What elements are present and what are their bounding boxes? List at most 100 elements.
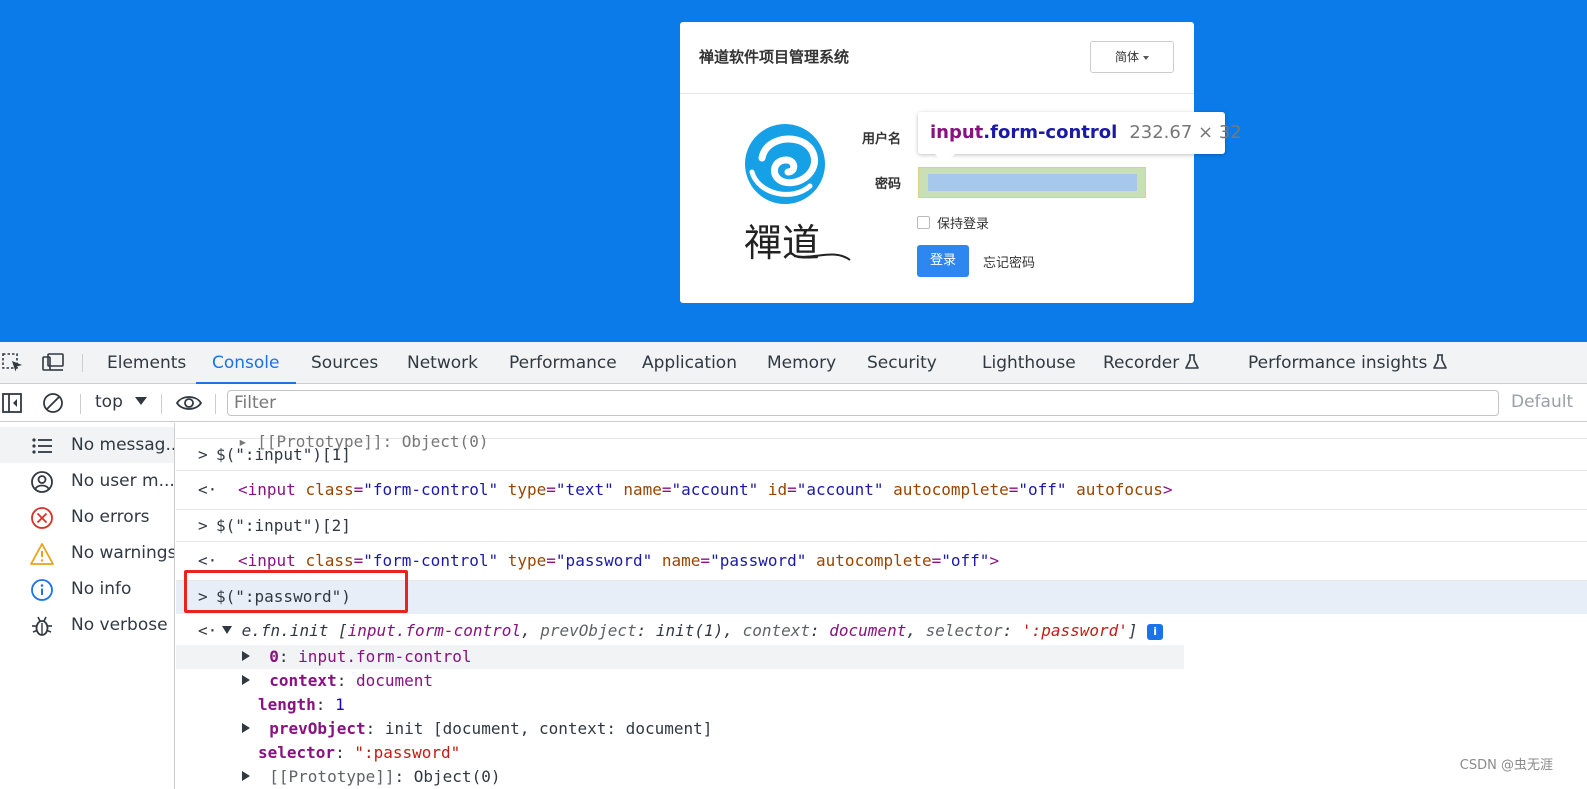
tab-network[interactable]: Network: [407, 342, 478, 384]
html-tag-open: <input: [238, 551, 296, 570]
html-attr-value: "account": [671, 480, 759, 499]
toolbar-separator: [161, 394, 162, 414]
bug-icon: [32, 616, 52, 636]
forgot-password-link[interactable]: 忘记密码: [983, 252, 1035, 271]
prop-key: [[Prototype]]: [269, 767, 395, 786]
password-field[interactable]: [918, 167, 1146, 198]
context-value: top: [95, 392, 123, 412]
device-toolbar-icon[interactable]: [42, 353, 64, 373]
prop-entry: 0: input.form-control: [242, 647, 472, 666]
expand-arrow-icon: [242, 675, 250, 685]
log-levels-dropdown[interactable]: Default: [1511, 392, 1573, 412]
prop-key: 0: [269, 647, 279, 666]
tab-performance-insights[interactable]: Performance insights: [1248, 342, 1448, 384]
tab-recorder-label: Recorder: [1103, 353, 1180, 373]
prop-entry: context: document: [242, 671, 433, 690]
console-filter-input[interactable]: [227, 390, 1499, 416]
html-attr-value: "off": [1018, 480, 1067, 499]
prop-key: selector: [258, 743, 336, 762]
summary-sel-val: ':password': [1021, 621, 1128, 640]
dropdown-arrow-icon: [134, 397, 147, 405]
prop-key: length: [258, 695, 316, 714]
sidebar-item-verbose[interactable]: No verbose: [0, 607, 174, 643]
expand-arrow-icon: [242, 651, 250, 661]
html-attr-name: id: [767, 480, 788, 499]
prop-row[interactable]: 0: input.form-control: [176, 645, 1184, 669]
page-viewport: 禅道软件项目管理系统 简体 禪道 用户名 密码 保持登录 登录 忘记密码: [0, 0, 1587, 342]
tab-performance[interactable]: Performance: [509, 342, 617, 384]
html-attr-name: type: [507, 480, 547, 499]
keep-login-row[interactable]: 保持登录: [917, 213, 989, 232]
prop-key: prevObject: [269, 719, 366, 738]
console-row-partial: ▸ [[Prototype]]: Object(0): [176, 423, 1587, 451]
tab-application[interactable]: Application: [642, 342, 737, 384]
eye-icon[interactable]: [175, 392, 203, 414]
prop-value: init [document, context: document]: [384, 719, 713, 738]
tab-console[interactable]: Console: [196, 342, 296, 384]
sidebar-item-errors[interactable]: No errors: [0, 499, 174, 535]
element-output[interactable]: <input class="form-control" type="passwo…: [238, 551, 999, 570]
login-button[interactable]: 登录: [917, 245, 969, 277]
prop-row[interactable]: context: document: [176, 669, 1587, 693]
tab-lighthouse[interactable]: Lighthouse: [982, 342, 1076, 384]
expand-arrow-icon: [242, 723, 250, 733]
keep-login-checkbox[interactable]: [917, 216, 930, 229]
flask-icon: [1433, 354, 1448, 369]
input-prompt-icon: >: [198, 516, 208, 535]
sidebar-item-info[interactable]: No info: [0, 571, 174, 607]
prop-row[interactable]: [[Prototype]]: Object(0): [176, 765, 1587, 789]
tab-elements[interactable]: Elements: [107, 342, 186, 384]
html-attr-name: type: [507, 551, 547, 570]
sidebar-item-label: No verbose: [71, 615, 168, 635]
sidebar-item-label: No messag...: [71, 435, 175, 455]
console-row-input: > $(":input")[2]: [176, 510, 1587, 542]
summary-sel-key: selector: [925, 621, 1003, 640]
tab-sources[interactable]: Sources: [311, 342, 378, 384]
element-output[interactable]: <input class="form-control" type="text" …: [238, 480, 1173, 499]
password-label: 密码: [875, 177, 902, 192]
html-attr-eq: =: [353, 551, 364, 570]
html-tag-close: >: [989, 551, 1000, 570]
html-attr-name: name: [661, 551, 701, 570]
error-icon: [31, 507, 53, 529]
inspect-element-icon[interactable]: [2, 353, 24, 373]
prop-entry: prevObject: init [document, context: doc…: [242, 719, 712, 738]
sidebar-item-messages[interactable]: No messag...: [0, 427, 175, 463]
result-constructor: e.fn.init: [241, 621, 329, 640]
console-row-output: <· <input class="form-control" type="tex…: [176, 471, 1587, 510]
toolbar-separator: [80, 394, 81, 414]
clear-console-icon[interactable]: [42, 392, 64, 414]
annotation-highlight-box: [184, 570, 408, 613]
console-command: $(":input")[2]: [216, 516, 351, 535]
toolbar-separator: [215, 394, 216, 414]
info-badge-icon: i: [1147, 624, 1164, 640]
prop-value: 1: [335, 695, 345, 714]
password-field-content-highlight: [928, 174, 1137, 191]
console-sidebar: No messag... No user m... No errors No w…: [0, 423, 175, 789]
sidebar-toggle-icon[interactable]: [1, 392, 23, 414]
element-inspect-tooltip: input.form-control 232.67 × 32: [918, 112, 1242, 164]
prop-entry: [[Prototype]]: Object(0): [242, 767, 500, 786]
logo-text: 禪道: [744, 221, 820, 265]
sidebar-item-label: No warnings: [71, 543, 175, 563]
context-selector[interactable]: top: [95, 392, 147, 412]
summary-ctx-val: document: [829, 621, 907, 640]
html-attr-eq: =: [546, 480, 556, 499]
sidebar-item-warnings[interactable]: No warnings: [0, 535, 175, 571]
prop-entry: selector: ":password": [258, 743, 461, 762]
console-command: $(":input")[1]: [216, 445, 351, 464]
html-attr-value: "form-control": [363, 551, 499, 570]
tab-security[interactable]: Security: [867, 342, 937, 384]
sidebar-item-user-messages[interactable]: No user m...: [0, 463, 174, 499]
language-dropdown[interactable]: 简体: [1090, 41, 1174, 73]
html-attr-name: autocomplete: [893, 480, 1009, 499]
result-header-row[interactable]: <· e.fn.init [input.form-control, prevOb…: [176, 617, 1587, 645]
prop-row[interactable]: prevObject: init [document, context: doc…: [176, 717, 1587, 741]
tab-memory[interactable]: Memory: [767, 342, 836, 384]
tab-recorder[interactable]: Recorder: [1103, 342, 1199, 384]
html-tag-close: >: [1162, 480, 1173, 499]
prop-value: input.form-control: [298, 647, 472, 666]
prop-row: length: 1: [176, 693, 1587, 717]
info-icon: [31, 579, 53, 601]
html-attr-eq: =: [700, 551, 711, 570]
